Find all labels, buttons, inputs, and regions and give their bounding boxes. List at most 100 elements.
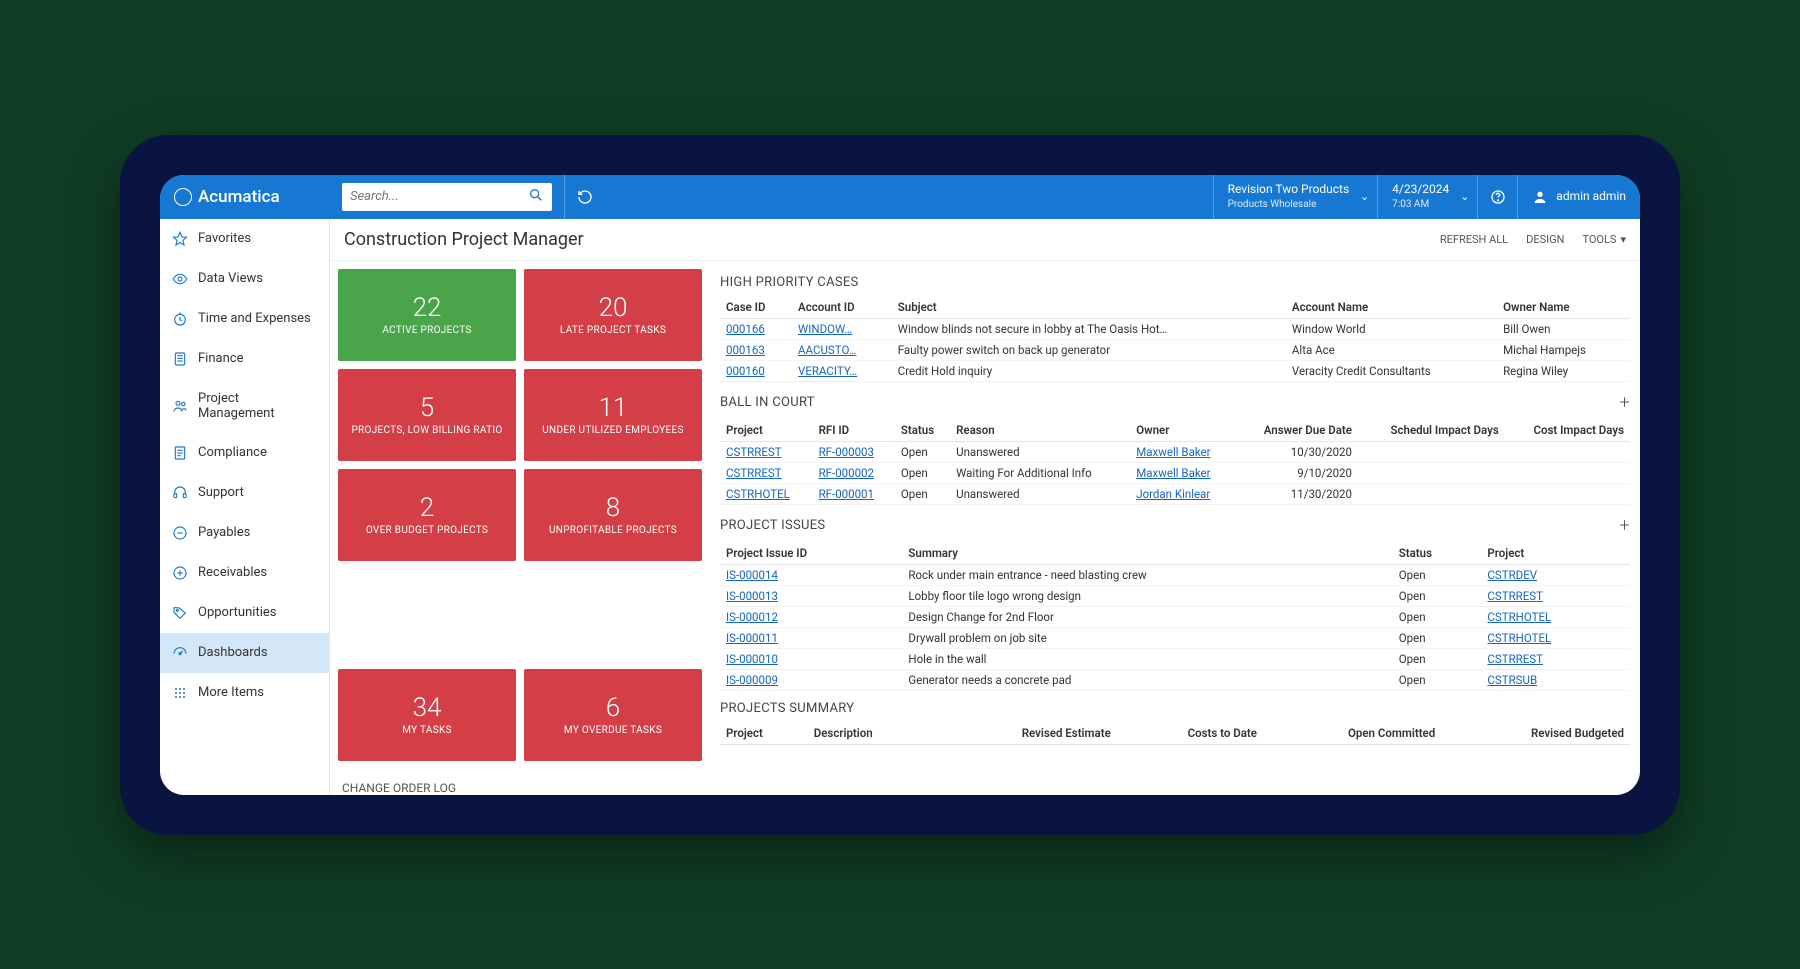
sidebar-item-project-management[interactable]: Project Management (160, 379, 329, 433)
sidebar-item-favorites[interactable]: Favorites (160, 219, 329, 259)
high-priority-title: HIGH PRIORITY CASES (720, 265, 1630, 296)
project-link[interactable]: CSTRREST (726, 466, 782, 480)
case-link[interactable]: 000166 (726, 322, 765, 336)
sidebar-item-opportunities[interactable]: Opportunities (160, 593, 329, 633)
kpi-tile[interactable]: 11UNDER UTILIZED EMPLOYEES (524, 369, 702, 461)
col-header[interactable]: Account Name (1286, 296, 1497, 319)
kpi-value: 5 (420, 393, 434, 423)
sidebar-item-payables[interactable]: Payables (160, 513, 329, 553)
col-header[interactable]: Project (720, 722, 808, 745)
kpi-value: 22 (413, 293, 442, 323)
tenant-selector[interactable]: Revision Two Products Products Wholesale… (1213, 175, 1378, 219)
design-button[interactable]: DESIGN (1526, 233, 1564, 246)
rfi-link[interactable]: RF-000003 (819, 445, 874, 459)
col-header[interactable]: Owner (1130, 419, 1235, 442)
headset-icon (172, 485, 188, 501)
col-header[interactable]: Reason (950, 419, 1130, 442)
sidebar-item-compliance[interactable]: Compliance (160, 433, 329, 473)
owner-link[interactable]: Maxwell Baker (1136, 466, 1210, 480)
project-link[interactable]: CSTRREST (1487, 652, 1543, 666)
user-menu[interactable]: admin admin (1517, 175, 1640, 219)
page-title: Construction Project Manager (344, 229, 584, 250)
col-header[interactable]: Status (895, 419, 950, 442)
search-input[interactable] (350, 189, 528, 204)
kpi-tile[interactable]: 2OVER BUDGET PROJECTS (338, 469, 516, 561)
owner-link[interactable]: Maxwell Baker (1136, 445, 1210, 459)
col-header[interactable]: Description (808, 722, 935, 745)
col-header[interactable]: Revised Budgeted (1441, 722, 1630, 745)
search-box[interactable] (342, 183, 552, 211)
tools-button[interactable]: TOOLS ▾ (1582, 233, 1626, 246)
rfi-link[interactable]: RF-000002 (819, 466, 874, 480)
gauge-icon (172, 645, 188, 661)
project-link[interactable]: CSTRREST (726, 445, 782, 459)
account-link[interactable]: AACUSTO… (798, 343, 856, 357)
col-header[interactable]: Status (1393, 542, 1482, 565)
date-text: 4/23/2024 (1392, 182, 1449, 198)
minus-icon (172, 525, 188, 541)
issue-link[interactable]: IS-000014 (726, 568, 778, 582)
kpi-label: UNDER UTILIZED EMPLOYEES (542, 425, 683, 436)
project-link[interactable]: CSTRHOTEL (726, 487, 790, 501)
col-header[interactable]: Project Issue ID (720, 542, 902, 565)
top-bar: Acumatica Revision Two Products Products… (160, 175, 1640, 219)
kpi-tile[interactable]: 6 MY OVERDUE TASKS (524, 669, 702, 761)
sidebar-item-data-views[interactable]: Data Views (160, 259, 329, 299)
brand-logo[interactable]: Acumatica (160, 187, 330, 207)
col-header[interactable]: Summary (902, 542, 1392, 565)
kpi-label: MY OVERDUE TASKS (564, 725, 662, 736)
issue-link[interactable]: IS-000013 (726, 589, 778, 603)
owner-link[interactable]: Jordan Kinlear (1136, 487, 1210, 501)
kpi-value: 6 (606, 693, 620, 723)
issue-link[interactable]: IS-000009 (726, 673, 778, 687)
search-icon[interactable] (528, 187, 544, 207)
col-header[interactable]: Answer Due Date (1236, 419, 1358, 442)
col-header[interactable]: Subject (892, 296, 1286, 319)
case-link[interactable]: 000163 (726, 343, 765, 357)
project-link[interactable]: CSTRHOTEL (1487, 610, 1551, 624)
sidebar-item-more-items[interactable]: More Items (160, 673, 329, 713)
sidebar-item-label: Receivables (198, 565, 267, 580)
col-header[interactable]: RFI ID (813, 419, 895, 442)
sidebar-item-dashboards[interactable]: Dashboards (160, 633, 329, 673)
col-header[interactable]: Owner Name (1497, 296, 1630, 319)
col-header[interactable]: Cost Impact Days (1505, 419, 1630, 442)
col-header[interactable]: Project (1481, 542, 1630, 565)
help-icon[interactable] (1477, 175, 1517, 219)
kpi-value: 20 (599, 293, 628, 323)
kpi-tile[interactable]: 5PROJECTS, LOW BILLING RATIO (338, 369, 516, 461)
sidebar-item-receivables[interactable]: Receivables (160, 553, 329, 593)
add-icon[interactable]: + (1620, 515, 1630, 536)
project-link[interactable]: CSTRSUB (1487, 673, 1537, 687)
col-header[interactable]: Open Committed (1263, 722, 1441, 745)
col-header[interactable]: Revised Estimate (935, 722, 1117, 745)
project-link[interactable]: CSTRHOTEL (1487, 631, 1551, 645)
issue-link[interactable]: IS-000011 (726, 631, 778, 645)
datetime-selector[interactable]: 4/23/2024 7:03 AM ⌄ (1377, 175, 1477, 219)
kpi-tile[interactable]: 8UNPROFITABLE PROJECTS (524, 469, 702, 561)
account-link[interactable]: VERACITY… (798, 364, 857, 378)
col-header[interactable]: Project (720, 419, 813, 442)
kpi-tile[interactable]: 20LATE PROJECT TASKS (524, 269, 702, 361)
project-link[interactable]: CSTRDEV (1487, 568, 1537, 582)
sidebar-item-time-and-expenses[interactable]: Time and Expenses (160, 299, 329, 339)
kpi-tile[interactable]: 22ACTIVE PROJECTS (338, 269, 516, 361)
projects-summary-table: ProjectDescriptionRevised EstimateCosts … (720, 722, 1630, 745)
page-header: Construction Project Manager REFRESH ALL… (330, 219, 1640, 261)
sidebar-item-support[interactable]: Support (160, 473, 329, 513)
col-header[interactable]: Account ID (792, 296, 892, 319)
rfi-link[interactable]: RF-000001 (819, 487, 874, 501)
kpi-tile[interactable]: 34MY TASKS (338, 669, 516, 761)
sidebar-item-finance[interactable]: Finance (160, 339, 329, 379)
project-link[interactable]: CSTRREST (1487, 589, 1543, 603)
refresh-icon[interactable] (564, 175, 604, 219)
add-icon[interactable]: + (1620, 392, 1630, 413)
col-header[interactable]: Case ID (720, 296, 792, 319)
refresh-all-button[interactable]: REFRESH ALL (1440, 233, 1508, 246)
issue-link[interactable]: IS-000010 (726, 652, 778, 666)
col-header[interactable]: Costs to Date (1117, 722, 1263, 745)
col-header[interactable]: Schedul Impact Days (1358, 419, 1505, 442)
account-link[interactable]: WINDOW… (798, 322, 852, 336)
issue-link[interactable]: IS-000012 (726, 610, 778, 624)
case-link[interactable]: 000160 (726, 364, 765, 378)
